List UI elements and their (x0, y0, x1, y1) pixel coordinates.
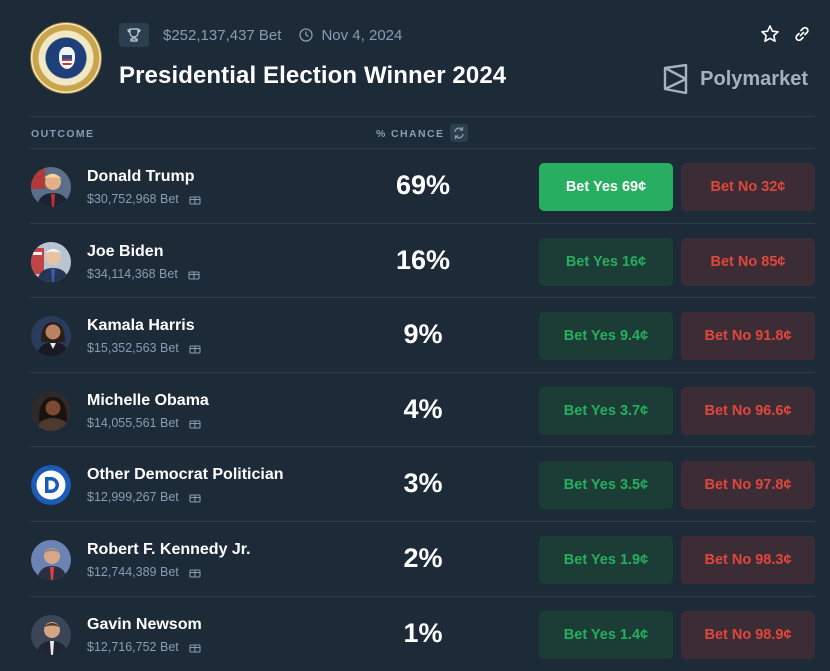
refresh-icon[interactable] (450, 124, 468, 142)
bet-no-button[interactable]: Bet No 98.9¢ (681, 610, 815, 659)
chance-value: 69% (395, 170, 451, 200)
outcome-volume: $12,716,752 Bet (87, 640, 201, 654)
page-title: Presidential Election Winner 2024 (119, 62, 507, 89)
bet-no-button[interactable]: Bet No 91.8¢ (681, 312, 815, 361)
brand-name: Polymarket (700, 67, 808, 90)
avatar (31, 614, 71, 655)
table-row[interactable]: Other Democrat Politician $12,999,267 Be… (30, 447, 815, 522)
bet-no-button[interactable]: Bet No 98.3¢ (681, 535, 815, 584)
bet-no-button[interactable]: Bet No 32¢ (681, 163, 815, 211)
outcome-volume: $14,055,561 Bet (87, 416, 201, 430)
volume-text: $12,716,752 Bet (87, 639, 179, 654)
end-date: Nov 4, 2024 (321, 26, 403, 44)
trophy-icon[interactable] (119, 23, 149, 47)
volume-text: $30,752,968 Bet (87, 192, 179, 206)
market-header: $252,137,437 Bet Nov 4, 2024 Presidentia… (0, 0, 830, 116)
star-icon[interactable] (760, 24, 780, 44)
table-row[interactable]: Kamala Harris $15,352,563 Bet 9% Bet Yes… (30, 298, 815, 373)
bet-yes-button[interactable]: Bet Yes 1.9¢ (539, 535, 673, 584)
gift-icon[interactable] (188, 268, 200, 280)
chance-value: 1% (403, 617, 443, 648)
avatar (31, 539, 71, 580)
outcome-volume: $34,114,368 Bet (87, 267, 200, 281)
avatar (31, 316, 71, 357)
volume-text: $12,744,389 Bet (87, 564, 179, 579)
table-row[interactable]: Michelle Obama $14,055,561 Bet 4% Bet Ye… (30, 373, 815, 448)
volume-text: $34,114,368 Bet (87, 266, 178, 281)
chance-value: 16% (395, 244, 451, 275)
outcome-name: Joe Biden (87, 242, 164, 260)
gift-icon[interactable] (189, 193, 201, 205)
table-row[interactable]: Gavin Newsom $12,716,752 Bet 1% Bet Yes … (30, 597, 815, 671)
table-header: OUTCOME % CHANCE (30, 116, 815, 149)
outcome-name: Kamala Harris (87, 317, 195, 335)
volume-text: $14,055,561 Bet (87, 415, 179, 430)
gift-icon[interactable] (189, 417, 201, 429)
total-volume: $252,137,437 Bet (163, 26, 282, 44)
avatar (31, 241, 71, 282)
outcome-list: Donald Trump $30,752,968 Bet 69% Bet Yes… (30, 149, 815, 671)
avatar (31, 390, 71, 431)
bet-no-button[interactable]: Bet No 97.8¢ (681, 461, 815, 510)
outcome-volume: $12,999,267 Bet (87, 490, 201, 504)
outcome-volume: $12,744,389 Bet (87, 565, 201, 579)
clock-icon (299, 28, 314, 42)
bet-yes-button[interactable]: Bet Yes 1.4¢ (539, 610, 673, 659)
outcome-volume: $30,752,968 Bet (87, 192, 201, 206)
polymarket-logo-icon (663, 64, 688, 94)
outcome-name: Donald Trump (87, 168, 195, 185)
bet-yes-button[interactable]: Bet Yes 69¢ (539, 163, 673, 211)
gift-icon[interactable] (189, 641, 201, 653)
volume-text: $12,999,267 Bet (87, 490, 179, 505)
bet-no-button[interactable]: Bet No 96.6¢ (681, 386, 815, 435)
avatar (31, 167, 71, 207)
chance-value: 9% (403, 319, 443, 350)
polymarket-logo[interactable]: Polymarket (662, 64, 808, 94)
outcome-name: Robert F. Kennedy Jr. (87, 540, 251, 558)
chance-value: 3% (403, 468, 443, 499)
table-row[interactable]: Joe Biden $34,114,368 Bet 16% Bet Yes 16… (30, 224, 815, 299)
gift-icon[interactable] (189, 491, 201, 503)
market-meta: $252,137,437 Bet Nov 4, 2024 (119, 22, 402, 48)
chance-value: 2% (403, 542, 443, 573)
bet-yes-button[interactable]: Bet Yes 3.7¢ (539, 386, 673, 435)
outcome-name: Other Democrat Politician (87, 466, 284, 484)
bet-no-button[interactable]: Bet No 85¢ (681, 237, 815, 286)
bet-yes-button[interactable]: Bet Yes 16¢ (539, 237, 673, 286)
outcome-name: Michelle Obama (87, 391, 209, 409)
chance-value: 4% (403, 393, 443, 424)
bet-yes-button[interactable]: Bet Yes 3.5¢ (539, 461, 673, 510)
table-row[interactable]: Robert F. Kennedy Jr. $12,744,389 Bet 2%… (30, 522, 815, 597)
presidential-seal-icon (30, 22, 102, 94)
outcome-volume: $15,352,563 Bet (87, 341, 201, 355)
outcome-name: Gavin Newsom (87, 615, 202, 633)
democrat-logo-icon (31, 465, 71, 506)
bet-yes-button[interactable]: Bet Yes 9.4¢ (539, 312, 673, 361)
gift-icon[interactable] (189, 342, 201, 354)
chance-column-header: % CHANCE (376, 128, 445, 140)
volume-text: $15,352,563 Bet (87, 341, 179, 356)
link-icon[interactable] (792, 24, 812, 44)
table-row[interactable]: Donald Trump $30,752,968 Bet 69% Bet Yes… (30, 149, 815, 224)
outcome-column-header: OUTCOME (31, 128, 95, 140)
gift-icon[interactable] (189, 566, 201, 578)
